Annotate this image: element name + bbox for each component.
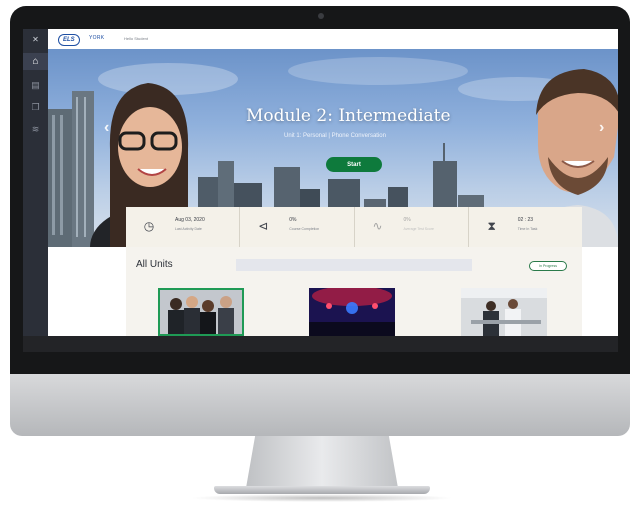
unit-card-office-meeting[interactable] xyxy=(461,288,547,336)
stat-value: 0% xyxy=(289,217,297,223)
brand-logo[interactable]: ELS xyxy=(58,34,80,46)
monitor-chin xyxy=(10,374,630,436)
calendar-icon[interactable]: ▤ xyxy=(23,77,48,94)
stat-value: Aug 03, 2020 xyxy=(175,217,205,223)
unit-card-concert[interactable] xyxy=(309,288,395,336)
start-button[interactable]: Start xyxy=(326,157,382,172)
module-subtitle: Unit 1: Personal | Phone Conversation xyxy=(284,133,386,139)
stat-average-score: ∿ 0% Average Test Score xyxy=(355,207,469,247)
monitor-stand-foot xyxy=(214,486,430,494)
in-progress-filter-button[interactable]: In Progress xyxy=(529,261,567,271)
home-icon[interactable]: ⌂ xyxy=(23,53,48,70)
all-units-panel: All Units In Progress xyxy=(126,247,582,336)
unit-card-business-team[interactable] xyxy=(158,288,244,336)
welcome-text: Hello Student xyxy=(124,36,149,41)
unit-thumbnail-image xyxy=(160,290,242,334)
stand-shadow xyxy=(190,494,454,502)
sidebar: ✕ ⌂ ▤ ❐ ≋ xyxy=(23,29,48,336)
brand-name: YORK xyxy=(89,35,105,41)
stat-value: 0% xyxy=(403,217,411,223)
clock-icon: ◷ xyxy=(143,219,155,233)
layers-icon[interactable]: ≋ xyxy=(23,121,48,138)
unit-thumbnail-image xyxy=(461,288,547,336)
top-bar: ELS YORK Hello Student xyxy=(48,29,618,50)
stats-strip: ◷ Aug 03, 2020 Last Activity Date ⊲ 0% C… xyxy=(126,207,582,247)
close-icon[interactable]: ✕ xyxy=(23,31,48,48)
stat-value: 02 : 23 xyxy=(517,217,534,223)
stat-time-in-task: ⧗ 02 : 23 Time In Task xyxy=(469,207,582,247)
documents-icon[interactable]: ❐ xyxy=(23,99,48,116)
stat-course-completion: ⊲ 0% Course Completion xyxy=(240,207,355,247)
megaphone-icon: ⊲ xyxy=(258,219,269,233)
chart-icon: ∿ xyxy=(372,219,383,233)
stat-label: Course Completion xyxy=(289,227,320,231)
all-units-heading: All Units xyxy=(136,259,173,270)
unit-thumbnail-image xyxy=(309,288,395,336)
units-search-input[interactable] xyxy=(236,259,472,271)
stat-label: Average Test Score xyxy=(403,227,434,231)
stat-label: Last Activity Date xyxy=(175,227,202,231)
webcam xyxy=(318,13,324,19)
screen: ✕ ⌂ ▤ ❐ ≋ ELS YORK Hello Student ‹ › Mod… xyxy=(23,29,618,336)
monitor-stand-neck xyxy=(246,436,398,488)
screen-bottom-band xyxy=(23,336,618,352)
hero-prev-arrow-icon[interactable]: ‹ xyxy=(104,119,109,137)
hero-next-arrow-icon[interactable]: › xyxy=(599,119,604,137)
stat-label: Time In Task xyxy=(517,227,538,231)
hourglass-icon: ⧗ xyxy=(487,218,496,233)
module-title: Module 2: Intermediate xyxy=(246,106,451,126)
stat-last-activity: ◷ Aug 03, 2020 Last Activity Date xyxy=(126,207,241,247)
